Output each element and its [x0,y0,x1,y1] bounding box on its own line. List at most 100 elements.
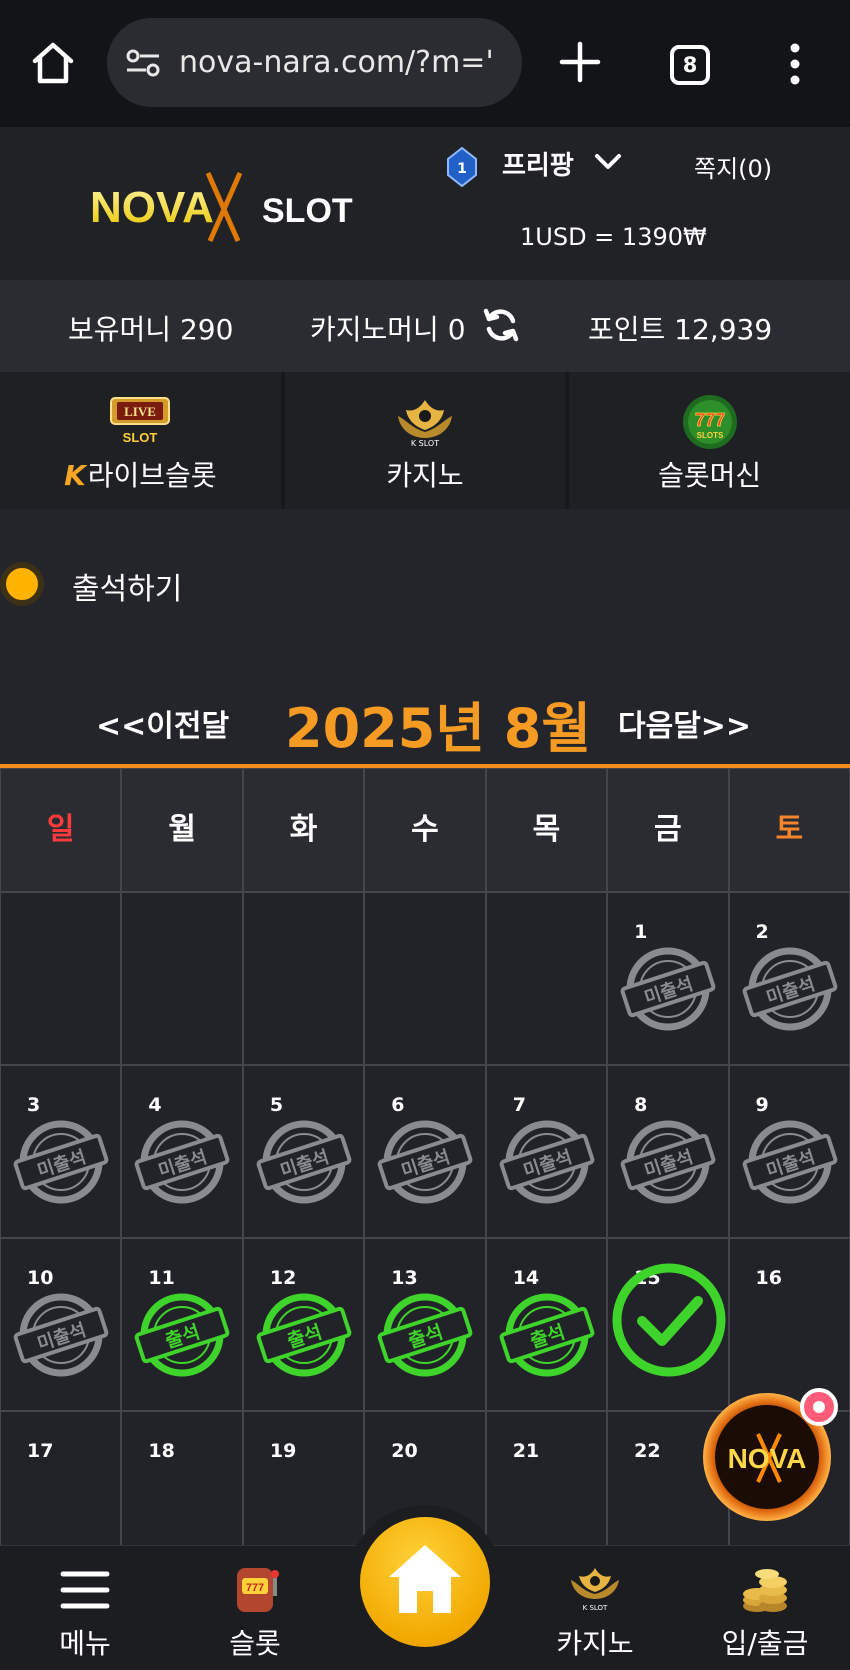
section-bullet-icon [0,562,44,606]
day-number: 11 [148,1267,175,1289]
k-prefix: K [64,459,86,492]
svg-text:LIVE: LIVE [124,404,156,419]
current-month: 2025년 8월 [285,697,592,760]
svg-text:NOVA: NOVA [728,1443,807,1474]
rank-badge-icon: 1 [447,147,477,187]
balance-bar: 보유머니 290 카지노머니 0 포인트 12,939 [0,280,850,372]
calendar-day-cell[interactable]: 10 미출석 [0,1238,122,1411]
absent-stamp-icon: 미출석 [742,947,837,1031]
day-number: 16 [755,1267,782,1289]
svg-text:777: 777 [695,410,725,430]
logo-text-slot: SLOT [262,192,353,230]
calendar-day-cell[interactable]: 6 미출석 [364,1065,486,1238]
weekday-header: 일 [0,768,122,892]
calendar-day-cell[interactable]: 13 출석 [364,1238,486,1411]
nav-casino[interactable]: K SLOT 카지노 [520,1546,670,1670]
kslot-casino-icon: K SLOT [571,1568,619,1612]
calendar-day-cell[interactable]: 9 미출석 [728,1065,850,1238]
tab-live-slot[interactable]: LIVE SLOT K라이브슬롯 [0,372,281,509]
rank-level: 1 [457,161,467,177]
svg-text:777: 777 [246,1582,264,1594]
home-icon[interactable] [30,40,76,86]
nav-label: 카지노 [556,1627,634,1660]
logo-text-nova: NOVA [90,183,214,232]
hamburger-icon [60,1571,110,1609]
day-number: 22 [634,1440,661,1462]
weekday-header: 목 [485,768,608,892]
address-bar[interactable]: nova-nara.com/?m=' [107,18,522,107]
wallet-money: 보유머니 290 [68,313,234,346]
tab-switcher-button[interactable]: 8 [670,45,710,85]
section-title: 출석하기 [72,572,183,607]
present-stamp-icon: 출석 [135,1293,230,1377]
calendar-day-cell[interactable]: 1 미출석 [607,892,729,1065]
day-number: 13 [391,1267,418,1289]
weekday-header: 월 [121,768,243,892]
new-tab-icon[interactable] [558,40,602,84]
calendar-day-cell [485,892,608,1065]
calendar-day-cell[interactable]: 8 미출석 [607,1065,729,1238]
nav-label: 슬롯 [229,1627,281,1660]
calendar-day-cell[interactable]: 3 미출석 [0,1065,122,1238]
day-number: 6 [391,1094,405,1116]
next-month-link[interactable]: 다음달>> [618,701,751,745]
weekday-header: 토 [728,768,850,892]
calendar-day-cell [242,892,365,1065]
calendar-day-cell [121,892,243,1065]
calendar-day-cell[interactable]: 7 미출석 [485,1065,608,1238]
calendar-day-cell[interactable]: 4 미출석 [121,1065,243,1238]
points: 포인트 12,939 [588,313,773,346]
absent-stamp-icon: 미출석 [135,1120,230,1204]
calendar-day-cell [364,892,486,1065]
messages-link[interactable]: 쪽지(0) [694,149,772,184]
absent-stamp-icon: 미출석 [742,1120,837,1204]
day-number: 8 [634,1094,648,1116]
day-number: 10 [27,1267,54,1289]
day-number: 12 [269,1267,297,1289]
calendar-day-cell[interactable]: 12 출석 [242,1238,365,1411]
chevron-down-icon[interactable] [594,151,622,173]
present-stamp-icon: 출석 [256,1293,352,1377]
kslot-casino-icon: K SLOT [398,400,452,448]
tab-slot-machine[interactable]: 777 SLOTS 슬롯머신 [569,372,850,509]
nickname[interactable]: 프리팡 [502,145,574,182]
day-number: 17 [27,1440,54,1462]
absent-stamp-icon: 미출석 [13,1120,109,1204]
refresh-icon[interactable] [482,306,520,344]
more-menu-icon[interactable] [785,42,805,86]
777-slots-icon: 777 SLOTS [682,395,737,449]
calendar-day-cell[interactable]: 11 출석 [121,1238,243,1411]
day-number: 19 [269,1440,297,1462]
calendar-day-cell[interactable]: 16 [728,1238,850,1411]
day-number: 20 [391,1440,418,1462]
day-number: 7 [512,1094,526,1116]
prev-month-link[interactable]: <<이전달 [96,701,229,745]
notification-dot[interactable] [800,1388,838,1426]
weekday-header: 화 [242,768,365,892]
nav-label: 입/출금 [721,1627,809,1660]
home-button[interactable] [360,1517,490,1647]
nova-slot-logo[interactable]: NOVA SLOT [90,167,380,247]
nav-label: 메뉴 [59,1627,111,1660]
calendar-day-cell[interactable]: 14 출석 [485,1238,608,1411]
absent-stamp-icon: 미출석 [620,947,716,1031]
day-number: 18 [148,1440,175,1462]
svg-text:SLOTS: SLOTS [696,431,723,440]
day-number: 4 [148,1094,162,1116]
nav-deposit-withdraw[interactable]: 입/출금 [690,1546,840,1670]
site-settings-icon[interactable] [125,48,161,78]
svg-text:K SLOT: K SLOT [583,1604,608,1612]
nav-slot[interactable]: 777 슬롯 [180,1546,330,1670]
calendar-day-cell[interactable]: 15 [607,1238,729,1411]
nav-menu[interactable]: 메뉴 [10,1546,160,1670]
day-number: 3 [27,1094,41,1116]
calendar-day-cell[interactable]: 2 미출석 [728,892,850,1065]
tab-casino[interactable]: K SLOT 카지노 [284,372,566,509]
game-category-tabs: LIVE SLOT K라이브슬롯 K SLOT 카지노 777 SLOTS 슬롯… [0,372,850,509]
absent-stamp-icon: 미출석 [620,1120,716,1204]
day-number: 14 [512,1267,540,1289]
tab-label: 라이브슬롯 [87,459,217,492]
casino-money: 카지노머니 0 [310,313,466,346]
calendar-day-cell[interactable]: 5 미출석 [242,1065,365,1238]
exchange-rate: 1USD = 1390₩ [520,223,707,251]
